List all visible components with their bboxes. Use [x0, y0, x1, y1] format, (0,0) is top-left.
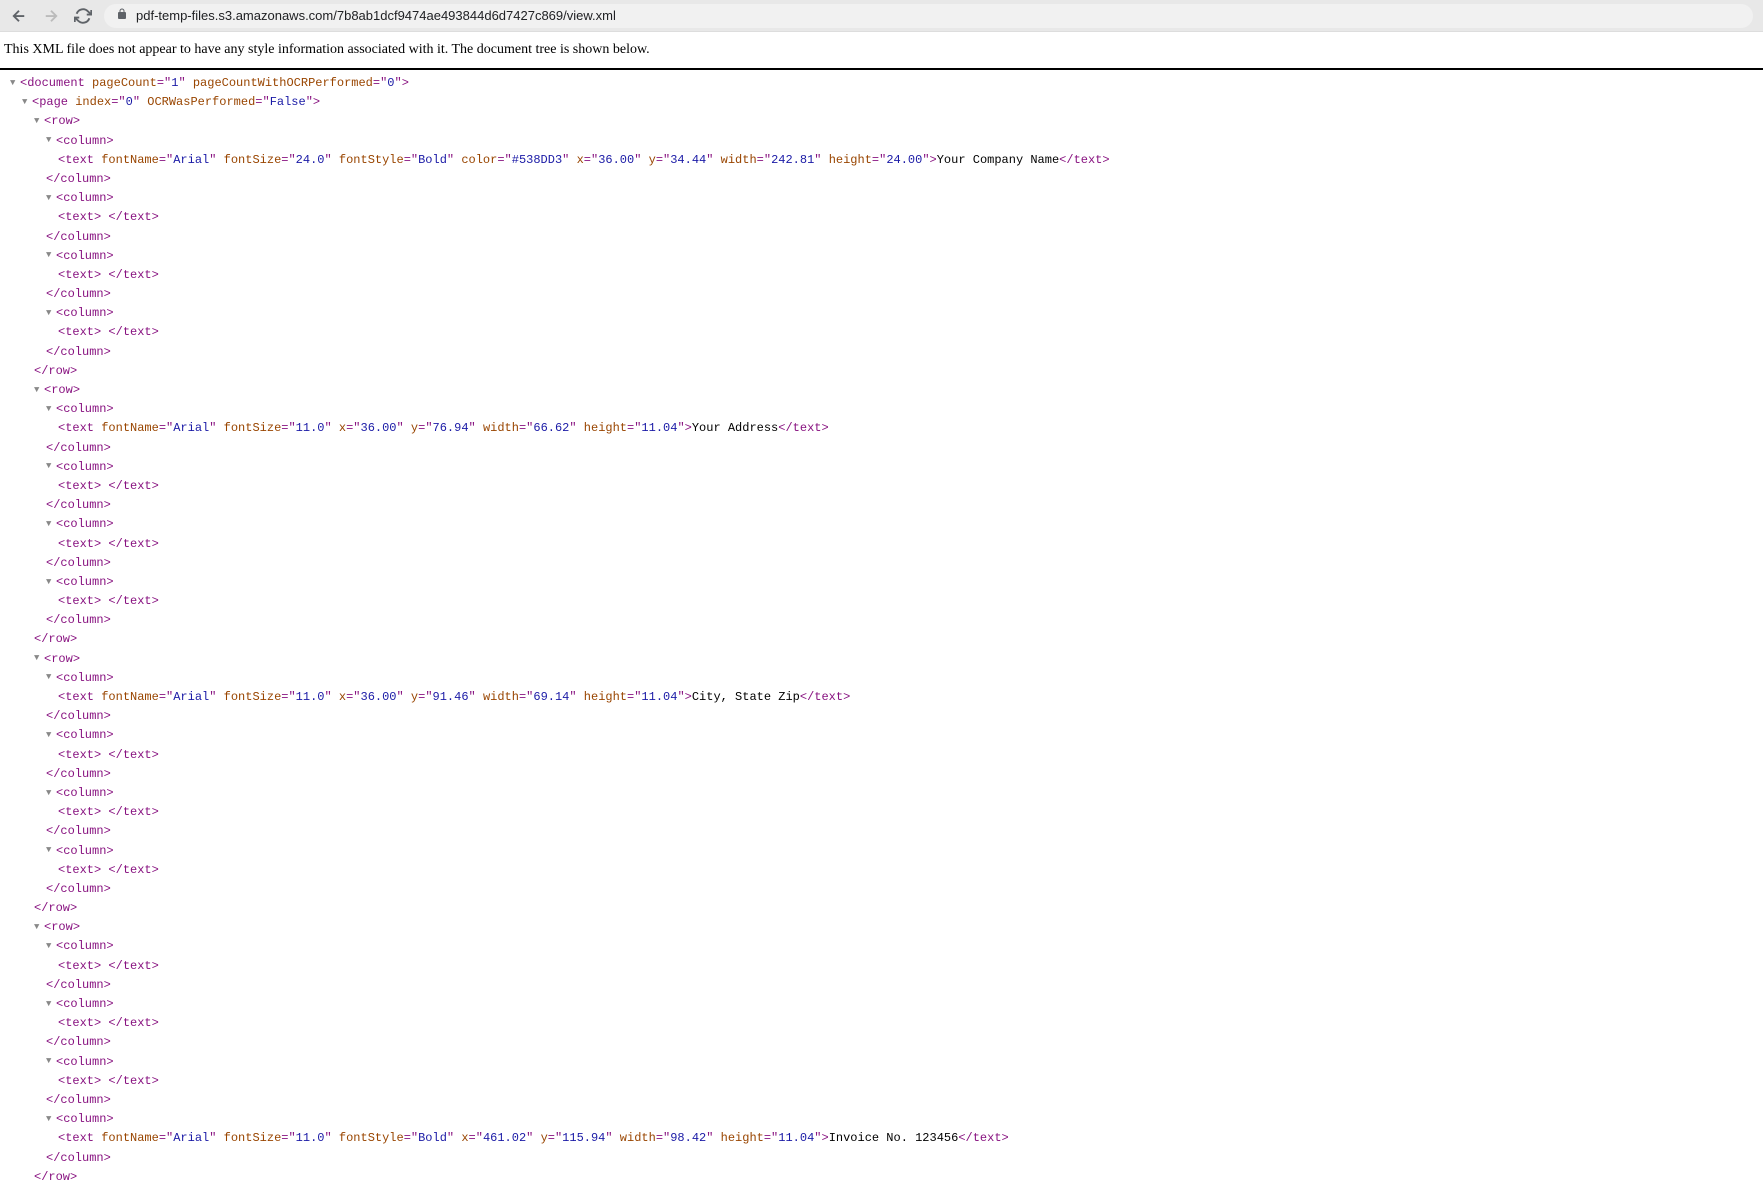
xml-node: </column> — [0, 1149, 1763, 1168]
toggle-icon[interactable]: ▼ — [46, 459, 56, 473]
xml-node: </column> — [0, 170, 1763, 189]
url-bar[interactable]: pdf-temp-files.s3.amazonaws.com/7b8ab1dc… — [104, 4, 1753, 28]
xml-node[interactable]: ▼<document pageCount="1" pageCountWithOC… — [0, 74, 1763, 93]
forward-icon[interactable] — [42, 7, 60, 25]
xml-node[interactable]: ▼<column> — [0, 937, 1763, 956]
lock-icon — [116, 8, 128, 23]
xml-text-node[interactable]: <text> </text> — [0, 1014, 1763, 1033]
xml-node[interactable]: ▼<column> — [0, 247, 1763, 266]
toggle-icon[interactable]: ▼ — [46, 670, 56, 684]
xml-text-node[interactable]: <text> </text> — [0, 746, 1763, 765]
xml-node[interactable]: ▼<column> — [0, 304, 1763, 323]
nav-icons — [10, 7, 92, 25]
toggle-icon[interactable]: ▼ — [46, 306, 56, 320]
toggle-icon[interactable]: ▼ — [46, 402, 56, 416]
xml-node: </column> — [0, 707, 1763, 726]
xml-node: </column> — [0, 439, 1763, 458]
xml-node[interactable]: ▼<column> — [0, 726, 1763, 745]
xml-node: </column> — [0, 765, 1763, 784]
xml-node[interactable]: ▼<row> — [0, 918, 1763, 937]
toggle-icon[interactable]: ▼ — [46, 843, 56, 857]
xml-tree: ▼<document pageCount="1" pageCountWithOC… — [0, 70, 1763, 1191]
toggle-icon[interactable]: ▼ — [46, 191, 56, 205]
xml-text-node[interactable]: <text fontName="Arial" fontSize="24.0" f… — [0, 151, 1763, 170]
toggle-icon[interactable]: ▼ — [46, 1054, 56, 1068]
toggle-icon[interactable]: ▼ — [34, 114, 44, 128]
xml-node[interactable]: ▼<column> — [0, 132, 1763, 151]
xml-text-node[interactable]: <text fontName="Arial" fontSize="11.0" x… — [0, 688, 1763, 707]
xml-node: </column> — [0, 285, 1763, 304]
toggle-icon[interactable]: ▼ — [34, 920, 44, 934]
xml-node[interactable]: ▼<column> — [0, 842, 1763, 861]
xml-node: </column> — [0, 496, 1763, 515]
toggle-icon[interactable]: ▼ — [46, 786, 56, 800]
xml-text-node[interactable]: <text> </text> — [0, 1072, 1763, 1091]
xml-node: </column> — [0, 554, 1763, 573]
toggle-icon[interactable]: ▼ — [46, 517, 56, 531]
xml-text-node[interactable]: <text> </text> — [0, 266, 1763, 285]
toggle-icon[interactable]: ▼ — [46, 997, 56, 1011]
toggle-icon[interactable]: ▼ — [46, 133, 56, 147]
xml-text-node[interactable]: <text> </text> — [0, 477, 1763, 496]
xml-node: </column> — [0, 1091, 1763, 1110]
xml-text-node[interactable]: <text fontName="Arial" fontSize="11.0" f… — [0, 1129, 1763, 1148]
xml-node: </row> — [0, 362, 1763, 381]
xml-node[interactable]: ▼<column> — [0, 458, 1763, 477]
xml-node: </column> — [0, 1033, 1763, 1052]
xml-node[interactable]: ▼<column> — [0, 995, 1763, 1014]
xml-node[interactable]: ▼<page index="0" OCRWasPerformed="False"… — [0, 93, 1763, 112]
xml-node: </column> — [0, 822, 1763, 841]
toggle-icon[interactable]: ▼ — [22, 95, 32, 109]
xml-text-node[interactable]: <text> </text> — [0, 803, 1763, 822]
xml-node: </row> — [0, 899, 1763, 918]
xml-node[interactable]: ▼<column> — [0, 784, 1763, 803]
toggle-icon[interactable]: ▼ — [46, 575, 56, 589]
xml-node[interactable]: ▼<column> — [0, 515, 1763, 534]
xml-text-node[interactable]: <text fontName="Arial" fontSize="11.0" x… — [0, 419, 1763, 438]
toggle-icon[interactable]: ▼ — [46, 728, 56, 742]
xml-info-banner: This XML file does not appear to have an… — [0, 32, 1763, 70]
toggle-icon[interactable]: ▼ — [34, 383, 44, 397]
xml-text-node[interactable]: <text> </text> — [0, 535, 1763, 554]
xml-node[interactable]: ▼<column> — [0, 189, 1763, 208]
xml-node: </row> — [0, 1168, 1763, 1187]
xml-node[interactable]: ▼<column> — [0, 1110, 1763, 1129]
xml-node: </column> — [0, 880, 1763, 899]
xml-text-node[interactable]: <text> </text> — [0, 592, 1763, 611]
toggle-icon[interactable]: ▼ — [10, 76, 20, 90]
xml-node[interactable]: ▼<row> — [0, 381, 1763, 400]
xml-text-node[interactable]: <text> </text> — [0, 957, 1763, 976]
toggle-icon[interactable]: ▼ — [46, 939, 56, 953]
xml-node: </column> — [0, 611, 1763, 630]
reload-icon[interactable] — [74, 7, 92, 25]
xml-node[interactable]: ▼<row> — [0, 650, 1763, 669]
xml-node: </column> — [0, 343, 1763, 362]
xml-text-node[interactable]: <text> </text> — [0, 861, 1763, 880]
xml-node[interactable]: ▼<column> — [0, 669, 1763, 688]
xml-node[interactable]: ▼<column> — [0, 573, 1763, 592]
xml-node: </column> — [0, 228, 1763, 247]
xml-node: </column> — [0, 976, 1763, 995]
xml-node[interactable]: ▼<column> — [0, 1053, 1763, 1072]
toggle-icon[interactable]: ▼ — [46, 248, 56, 262]
toggle-icon[interactable]: ▼ — [46, 1112, 56, 1126]
toggle-icon[interactable]: ▼ — [34, 651, 44, 665]
url-text: pdf-temp-files.s3.amazonaws.com/7b8ab1dc… — [136, 8, 616, 23]
xml-node[interactable]: ▼<row> — [0, 112, 1763, 131]
xml-text-node[interactable]: <text> </text> — [0, 323, 1763, 342]
browser-toolbar: pdf-temp-files.s3.amazonaws.com/7b8ab1dc… — [0, 0, 1763, 32]
xml-node: </row> — [0, 630, 1763, 649]
xml-text-node[interactable]: <text> </text> — [0, 208, 1763, 227]
back-icon[interactable] — [10, 7, 28, 25]
xml-node[interactable]: ▼<column> — [0, 400, 1763, 419]
